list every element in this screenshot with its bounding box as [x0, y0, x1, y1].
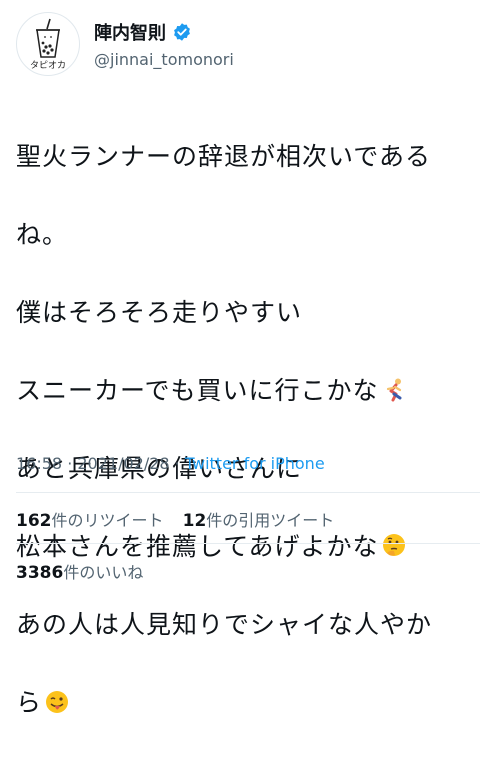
winking-tongue-face-icon [44, 687, 70, 713]
quotes-stat[interactable]: 12件の引用ツイート [183, 507, 335, 531]
divider [16, 492, 480, 493]
engagement-stats: 162件のリツイート 12件の引用ツイート [16, 507, 348, 531]
divider [16, 543, 480, 544]
likes-stats: 3386件のいいね [16, 559, 157, 583]
tweet-header: タピオカ 陣内智則 @jinnai_tomonori [16, 12, 464, 76]
retweets-label: 件のリツイート [51, 511, 164, 530]
retweets-count: 162 [16, 511, 52, 531]
tweet-line: ね。 [16, 220, 69, 249]
likes-label: 件のいいね [63, 563, 144, 582]
meta-separator: · [169, 454, 185, 473]
tweet-line-with-emoji: ら [16, 683, 468, 722]
quotes-label: 件の引用ツイート [206, 511, 335, 530]
likes-count: 3386 [16, 563, 64, 583]
running-person-icon [381, 375, 407, 402]
tweet-line: 僕はそろそろ走りやすい [16, 298, 303, 327]
tweet-date[interactable]: 2021/02/28 [77, 454, 169, 473]
quotes-count: 12 [182, 511, 207, 531]
tweet-line: あの人は人見知りでシャイな人やか [16, 610, 433, 639]
tweet-line: 聖火ランナーの辞退が相次いである [16, 142, 432, 171]
tweet-line: 松本さんを推薦してあげよかな [16, 532, 379, 561]
tweet-meta: 16:58 · 2021/02/28 · Twitter for iPhone [16, 454, 325, 473]
tweet-source-link[interactable]: Twitter for iPhone [185, 454, 325, 473]
tweet-line: スニーカーでも買いに行こかな [16, 376, 379, 405]
display-name[interactable]: 陣内智則 [94, 23, 166, 45]
verified-badge-icon [172, 22, 192, 46]
user-names: 陣内智則 @jinnai_tomonori [94, 22, 234, 69]
tweet-line: ら [16, 688, 43, 717]
tweet-time[interactable]: 16:58 [16, 454, 62, 473]
retweets-stat[interactable]: 162件のリツイート [16, 507, 164, 531]
meta-separator: · [62, 454, 78, 473]
user-handle[interactable]: @jinnai_tomonori [94, 50, 234, 69]
avatar-caption: タピオカ [29, 61, 66, 71]
tweet-line-with-emoji: スニーカーでも買いに行こかな [16, 371, 468, 410]
avatar[interactable]: タピオカ [16, 12, 80, 76]
likes-stat[interactable]: 3386件のいいね [16, 559, 143, 583]
thinking-face-icon [381, 531, 407, 557]
tweet-text: 聖火ランナーの辞退が相次いである ね。 僕はそろそろ走りやすい スニーカーでも買… [16, 98, 468, 761]
